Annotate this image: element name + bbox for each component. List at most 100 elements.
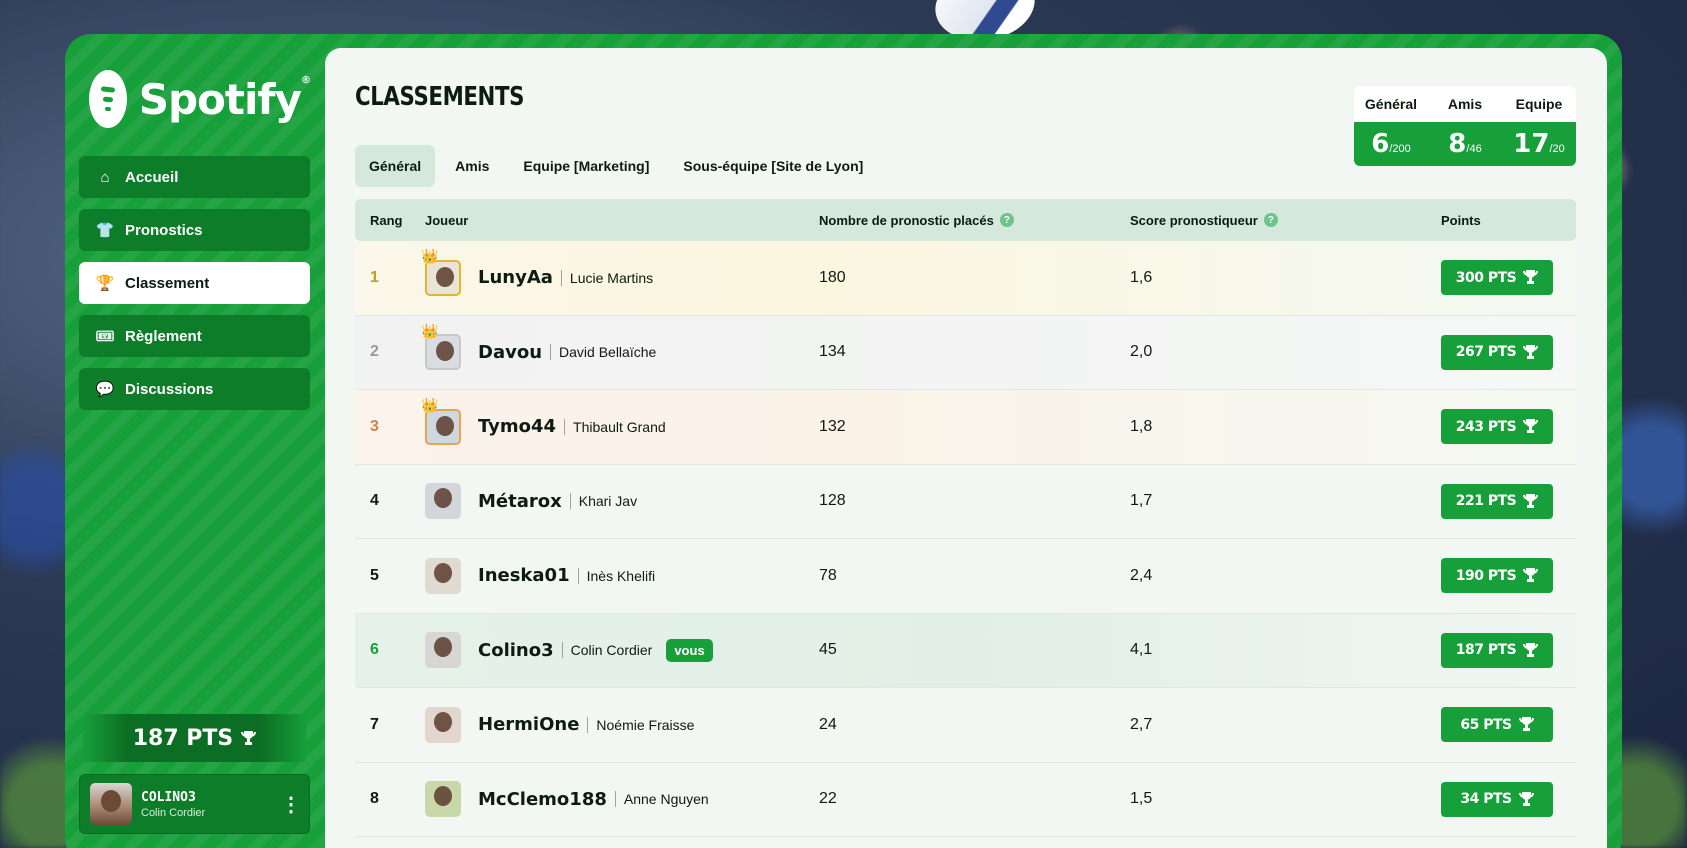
table-body: 1 👑 LunyAa Lucie Martins 180 1,6 300 PTS 2 👑 Davo…	[355, 241, 1576, 837]
points-button[interactable]: 65 PTS	[1441, 707, 1553, 743]
nav-item-reglement[interactable]: 🎟 Règlement	[79, 315, 310, 357]
points-button[interactable]: 187 PTS	[1441, 632, 1553, 668]
row-score: 2,7	[1130, 715, 1153, 733]
player-handle: LunyAa	[478, 267, 553, 289]
points-button[interactable]: 190 PTS	[1441, 558, 1553, 594]
rank-value: 17/20	[1502, 129, 1576, 159]
player-avatar	[425, 781, 461, 818]
table-row[interactable]: 6 Colino3 Colin Cordier vous 45 4,1 187 PTS	[355, 613, 1576, 688]
table-row[interactable]: 1 👑 LunyAa Lucie Martins 180 1,6 300 PTS	[355, 241, 1576, 316]
table-row[interactable]: 7 HermiOne Noémie Fraisse 24 2,7 65 PTS	[355, 688, 1576, 763]
my-points-value: 187 PTS	[132, 725, 234, 751]
player-handle: Ineska01	[478, 565, 570, 587]
points-value: 187 PTS	[1455, 642, 1517, 659]
trophy-icon	[241, 730, 257, 746]
nav-item-classement[interactable]: 🏆 Classement	[79, 262, 310, 304]
nav-item-discussions[interactable]: 💬 Discussions	[79, 368, 310, 410]
rank-label: Général	[1364, 96, 1418, 112]
row-rank: 2	[370, 343, 379, 361]
nav-item-label: Accueil	[125, 168, 179, 186]
row-rank: 6	[370, 641, 379, 659]
points-button[interactable]: 243 PTS	[1441, 409, 1553, 445]
table-row[interactable]: 3 👑 Tymo44 Thibault Grand 132 1,8 243 PTS	[355, 390, 1576, 465]
points-value: 300 PTS	[1455, 269, 1517, 286]
points-value: 243 PTS	[1455, 418, 1517, 435]
header-count: Nombre de pronostic placés ?	[819, 213, 1130, 228]
more-options-icon[interactable]: ⋮	[281, 792, 301, 817]
table-row[interactable]: 8 McClemo188 Anne Nguyen 22 1,5 34 PTS	[355, 763, 1576, 837]
row-player: HermiOne Noémie Fraisse	[425, 706, 819, 743]
chat-icon: 💬	[95, 381, 115, 398]
points-value: 34 PTS	[1460, 791, 1512, 808]
player-name: Colin Cordier	[570, 642, 653, 659]
row-score: 2,4	[1130, 566, 1153, 584]
table-row[interactable]: 2 👑 Davou David Bellaïche 134 2,0 267 PTS	[355, 315, 1576, 390]
tab-1[interactable]: Amis	[441, 145, 503, 187]
user-fullname: Colin Cordier	[141, 806, 206, 819]
page-title: CLASSEMENTS	[355, 82, 525, 112]
trophy-icon	[1523, 493, 1539, 509]
player-handle: Colino3	[478, 639, 554, 661]
help-icon[interactable]: ?	[1263, 213, 1278, 227]
row-count: 128	[819, 492, 846, 510]
jersey-icon: 👕	[95, 222, 115, 239]
help-icon[interactable]: ?	[999, 213, 1014, 227]
nav-item-pronostics[interactable]: 👕 Pronostics	[79, 209, 310, 251]
points-button[interactable]: 34 PTS	[1441, 781, 1553, 817]
row-player: 👑 Tymo44 Thibault Grand	[421, 397, 819, 445]
leaderboard-table: Rang Joueur Nombre de pronostic placés ?…	[355, 199, 1576, 837]
row-player: McClemo188 Anne Nguyen	[425, 781, 819, 818]
rank-position: 17	[1513, 129, 1550, 159]
nav-item-accueil[interactable]: ⌂ Accueil	[79, 156, 310, 198]
player-avatar	[425, 483, 461, 520]
rank-total: /46	[1466, 143, 1482, 155]
player-name: David Bellaïche	[559, 344, 657, 361]
you-badge: vous	[666, 638, 713, 662]
row-player: Ineska01 Inès Khelifi	[425, 557, 819, 594]
table-row[interactable]: 4 Métarox Khari Jav 128 1,7 221 PTS	[355, 465, 1576, 539]
user-handle: COLINO3	[141, 789, 196, 805]
row-rank: 7	[370, 715, 379, 733]
row-rank: 3	[370, 417, 379, 435]
points-button[interactable]: 267 PTS	[1441, 334, 1553, 370]
trophy-icon	[1523, 270, 1539, 285]
rank-value: 8/46	[1428, 129, 1502, 159]
row-count: 134	[819, 343, 846, 361]
tickets-icon: 🎟	[95, 328, 115, 345]
points-button[interactable]: 300 PTS	[1441, 260, 1553, 296]
main-panel: CLASSEMENTS Général Amis Equipe [Marketing…	[325, 48, 1607, 848]
avatar	[90, 783, 132, 825]
nav-item-label: Règlement	[125, 327, 202, 345]
player-handle: Tymo44	[478, 416, 557, 438]
sidebar: Spotify® ⌂ Accueil 👕 Pronostics 🏆 Classement 🎟…	[79, 60, 311, 840]
player-name: Anne Nguyen	[623, 791, 709, 808]
my-points-badge: 187 PTS	[83, 714, 306, 762]
player-handle: McClemo188	[478, 788, 607, 810]
header-points: Points	[1441, 212, 1481, 228]
rank-total: /200	[1389, 143, 1411, 155]
row-rank: 4	[370, 492, 379, 510]
rank-total: /20	[1549, 143, 1565, 155]
spotify-logo[interactable]: Spotify®	[89, 70, 311, 128]
divider	[550, 344, 552, 361]
table-row[interactable]: 5 Ineska01 Inès Khelifi 78 2,4 190 PTS	[355, 539, 1576, 614]
trophy-icon: 🏆	[95, 275, 115, 292]
row-score: 4,1	[1130, 641, 1153, 659]
header-score: Score pronostiqueur ?	[1130, 213, 1441, 228]
row-count: 45	[819, 641, 837, 659]
tab-3[interactable]: Sous-équipe [Site de Lyon]	[669, 145, 877, 187]
points-value: 221 PTS	[1455, 493, 1517, 510]
row-player: Métarox Khari Jav	[425, 483, 819, 520]
tab-2[interactable]: Equipe [Marketing]	[509, 145, 663, 187]
header-rank: Rang	[370, 212, 403, 228]
divider	[577, 567, 579, 584]
user-card[interactable]: COLINO3 Colin Cordier ⋮	[79, 774, 310, 834]
divider	[564, 418, 566, 435]
rank-value: 6/200	[1354, 129, 1428, 159]
points-button[interactable]: 221 PTS	[1441, 483, 1553, 519]
row-score: 1,7	[1130, 492, 1153, 510]
trophy-icon	[1523, 344, 1539, 360]
tab-0[interactable]: Général	[355, 145, 436, 187]
nav-item-label: Discussions	[125, 380, 214, 398]
brand-name: Spotify®	[138, 74, 311, 124]
